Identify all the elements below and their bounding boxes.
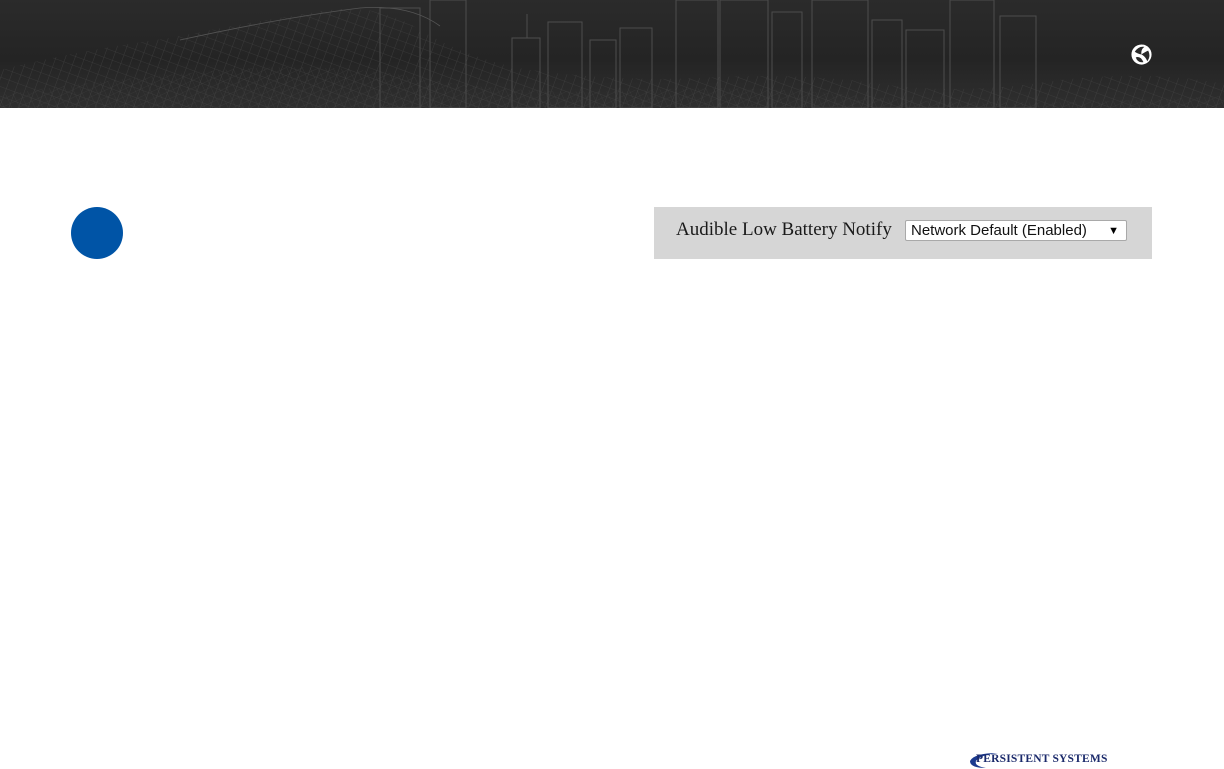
persistent-systems-globe-icon xyxy=(1131,44,1152,65)
audible-low-battery-select[interactable]: Network Default (Enabled) ▼ xyxy=(905,220,1127,241)
step-marker-dot xyxy=(71,207,123,259)
setting-label: Audible Low Battery Notify xyxy=(676,219,892,240)
dropdown-arrow-icon: ▼ xyxy=(1108,225,1119,237)
audible-low-battery-setting: Audible Low Battery Notify Network Defau… xyxy=(654,207,1152,259)
slide-page: Audible Low Battery Notify Network Defau… xyxy=(0,0,1224,769)
logo-text: PERSISTENT SYSTEMS xyxy=(976,753,1108,765)
header-banner xyxy=(0,0,1224,108)
select-value: Network Default (Enabled) xyxy=(911,222,1087,239)
persistent-systems-logo: PERSISTENT SYSTEMS xyxy=(968,750,1118,769)
city-skyline-graphic xyxy=(0,0,1224,108)
